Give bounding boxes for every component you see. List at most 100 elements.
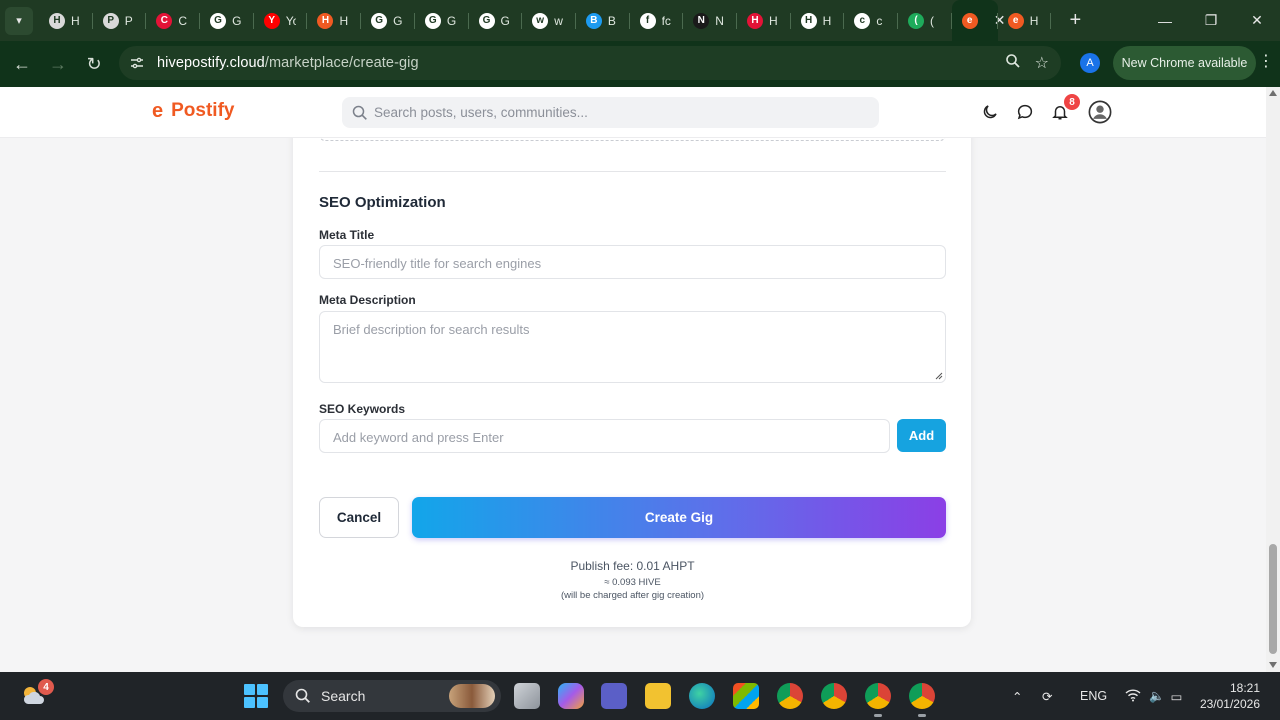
sync-icon[interactable]: ⟳ (1042, 689, 1060, 704)
create-gig-card: SEO Optimization Meta Title SEO-friendly… (293, 87, 971, 627)
tab-item[interactable]: GG (361, 0, 415, 41)
meta-title-input[interactable]: SEO-friendly title for search engines (319, 245, 946, 279)
volume-icon[interactable]: 🔈 (1149, 689, 1165, 704)
search-icon (295, 688, 310, 703)
tab-item[interactable]: BB (576, 0, 630, 41)
fee-note: (will be charged after gig creation) (560, 590, 705, 601)
cancel-button[interactable]: Cancel (319, 497, 399, 538)
tab-title: P (124, 13, 133, 28)
teams-icon[interactable] (601, 683, 627, 709)
tab-item[interactable]: CC (146, 0, 200, 41)
zoom-icon[interactable] (1005, 53, 1021, 73)
tab-title: ( (930, 13, 934, 28)
taskbar-search-placeholder: Search (321, 688, 366, 704)
openai-icon: H (49, 12, 65, 29)
microsoft-store-icon[interactable] (733, 683, 759, 709)
scroll-down-icon[interactable] (1269, 662, 1277, 668)
copilot-icon[interactable] (558, 683, 584, 709)
windows-start-icon[interactable] (244, 684, 268, 708)
google-icon: f (639, 12, 656, 29)
restore-icon[interactable]: ❐ (1188, 0, 1234, 41)
tray-overflow-chevron-icon[interactable]: ⌃ (1012, 689, 1026, 704)
scroll-thumb[interactable] (1269, 544, 1277, 654)
chrome-profile-c-icon[interactable] (909, 683, 935, 717)
add-keyword-button[interactable]: Add (897, 419, 946, 452)
page-viewport: SEO Optimization Meta Title SEO-friendly… (0, 87, 1266, 672)
tab-title: H (71, 13, 80, 28)
weather-badge: 4 (38, 679, 54, 695)
tab-item[interactable]: GG (200, 0, 254, 41)
tab-item[interactable]: HH (39, 0, 93, 41)
minimize-icon[interactable]: — (1142, 0, 1188, 41)
notifications-bell-icon[interactable]: 8 (1048, 94, 1080, 124)
chrome-profile-b-icon[interactable] (865, 683, 891, 717)
windows-taskbar: 4 Search ⌃ ⟳ ENG 🔈 ▭ 18:21 23/01/2026 (0, 672, 1280, 720)
taskbar-search[interactable]: Search (283, 680, 501, 712)
seo-keywords-input[interactable]: Add keyword and press Enter (319, 419, 890, 453)
section-title: SEO Optimization (319, 194, 446, 211)
tab-item[interactable]: GG (415, 0, 469, 41)
tab-item[interactable]: PP (93, 0, 147, 41)
meta-description-input[interactable]: Brief description for search results (319, 311, 946, 383)
meta-title-placeholder: SEO-friendly title for search engines (333, 256, 542, 271)
tab-title: Yo (285, 13, 296, 28)
chrome-icon[interactable] (777, 683, 803, 709)
create-gig-button[interactable]: Create Gig (412, 497, 946, 538)
tab-title: H (822, 13, 832, 28)
messages-icon[interactable] (1013, 100, 1037, 124)
browser-toolbar: ← → ↻ hivepostify.cloud/marketplace/crea… (0, 41, 1280, 87)
close-window-icon[interactable]: ✕ (1234, 0, 1280, 41)
tab-postify[interactable]: e H (998, 0, 1052, 41)
clock-time: 18:21 (1229, 681, 1260, 695)
tab-item[interactable]: HH (737, 0, 791, 41)
tab-item[interactable]: cc (844, 0, 898, 41)
meta-description-placeholder: Brief description for search results (333, 322, 530, 337)
youtube-icon: Y (263, 12, 280, 29)
edge-icon[interactable] (689, 683, 715, 709)
reload-icon[interactable]: ↻ (76, 46, 112, 82)
tab-active[interactable]: e H ✕ (951, 0, 1005, 41)
tab-item[interactable]: HH (791, 0, 845, 41)
x-icon: B (585, 12, 602, 29)
update-chrome-button[interactable]: New Chrome available (1113, 46, 1256, 80)
system-clock[interactable]: 18:21 23/01/2026 (1200, 680, 1260, 712)
wifi-icon[interactable] (1125, 688, 1141, 705)
battery-icon[interactable]: ▭ (1171, 689, 1183, 704)
tab-title: G (500, 13, 510, 28)
tab-item[interactable]: HH (307, 0, 361, 41)
tab-item[interactable]: GG (469, 0, 523, 41)
file-explorer-icon[interactable] (645, 683, 671, 709)
back-icon[interactable]: ← (4, 46, 40, 82)
page-scrollbar[interactable] (1266, 87, 1280, 672)
user-avatar-icon[interactable] (1088, 100, 1112, 124)
scroll-up-icon[interactable] (1269, 90, 1277, 96)
meta-description-label: Meta Description (319, 293, 416, 307)
chrome-profile-a-icon[interactable] (821, 683, 847, 709)
new-tab-icon[interactable]: + (1063, 9, 1087, 32)
tab-item[interactable]: f fc (630, 0, 684, 41)
dark-mode-moon-icon[interactable] (978, 100, 1002, 124)
resize-grip-icon[interactable] (935, 372, 943, 380)
app-search-input[interactable]: Search posts, users, communities... (342, 97, 879, 128)
menu-icon[interactable]: ⋮ (1258, 51, 1274, 71)
bookmark-star-icon[interactable]: ☆ (1035, 53, 1049, 73)
search-icon (352, 105, 367, 120)
site-info-icon[interactable] (125, 51, 149, 75)
tab-search-button[interactable]: ▾ (5, 6, 33, 35)
tab-item[interactable]: (( (898, 0, 952, 41)
url-text: hivepostify.cloud/marketplace/create-gig (157, 55, 419, 71)
tab-title: fc (661, 13, 671, 28)
tab-item[interactable]: ww (522, 0, 576, 41)
forward-icon[interactable]: → (40, 46, 76, 82)
tab-title: B (607, 13, 616, 28)
section-divider (319, 171, 946, 172)
profile-avatar[interactable]: A (1080, 53, 1100, 73)
tab-item[interactable]: Y Yo (254, 0, 308, 41)
task-view-icon[interactable] (514, 683, 540, 709)
tab-item[interactable]: NN (683, 0, 737, 41)
language-indicator[interactable]: ENG (1080, 689, 1107, 703)
seo-keywords-placeholder: Add keyword and press Enter (333, 430, 504, 445)
postify-logo[interactable]: e Postify (152, 100, 234, 122)
address-bar[interactable]: hivepostify.cloud/marketplace/create-gig… (119, 46, 1061, 80)
weather-widget[interactable]: 4 (20, 679, 54, 709)
